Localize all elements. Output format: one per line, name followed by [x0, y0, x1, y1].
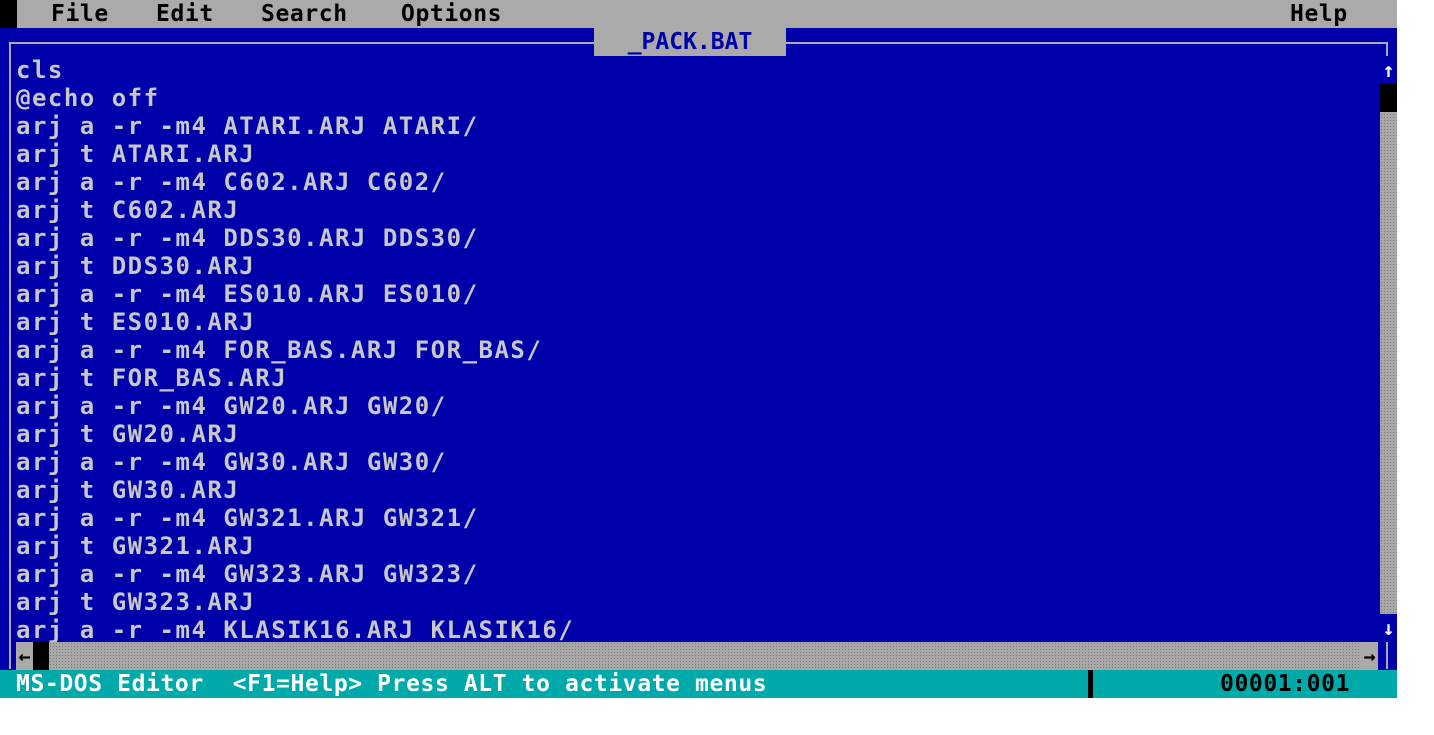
code-line[interactable]: arj t ATARI.ARJ [16, 140, 1378, 168]
ms-dos-editor-window: File Edit Search Options Help _PACK.BAT … [0, 0, 1397, 698]
code-line[interactable]: arj t GW321.ARJ [16, 532, 1378, 560]
window-title: _PACK.BAT [594, 28, 786, 56]
code-line[interactable]: arj a -r -m4 GW30.ARJ GW30/ [16, 448, 1378, 476]
menu-file[interactable]: File [51, 0, 109, 28]
code-line[interactable]: arj a -r -m4 GW321.ARJ GW321/ [16, 504, 1378, 532]
code-line[interactable]: arj t GW20.ARJ [16, 420, 1378, 448]
code-line[interactable]: arj a -r -m4 GW323.ARJ GW323/ [16, 560, 1378, 588]
code-line[interactable]: arj t GW30.ARJ [16, 476, 1378, 504]
menu-bar: File Edit Search Options Help [17, 0, 1397, 28]
menu-options[interactable]: Options [401, 0, 502, 28]
status-help-text: MS-DOS Editor <F1=Help> Press ALT to act… [16, 671, 768, 697]
code-line[interactable]: arj t ES010.ARJ [16, 308, 1378, 336]
menu-cursor-block [0, 0, 17, 28]
code-line[interactable]: arj a -r -m4 C602.ARJ C602/ [16, 168, 1378, 196]
horizontal-scroll-thumb[interactable] [33, 642, 49, 670]
code-line[interactable]: arj a -r -m4 FOR_BAS.ARJ FOR_BAS/ [16, 336, 1378, 364]
horizontal-scrollbar[interactable]: ← → [16, 642, 1378, 670]
code-line[interactable]: arj t C602.ARJ [16, 196, 1378, 224]
editor-text-area[interactable]: cls @echo off arj a -r -m4 ATARI.ARJ ATARI… [16, 56, 1378, 642]
code-line[interactable]: arj a -r -m4 DDS30.ARJ DDS30/ [16, 224, 1378, 252]
code-line[interactable]: arj a -r -m4 KLASIK16.ARJ KLASIK16/ [16, 616, 1378, 642]
vertical-scrollbar[interactable]: ↑ ↓ [1380, 56, 1397, 642]
code-line[interactable]: arj t GW323.ARJ [16, 588, 1378, 616]
menu-edit[interactable]: Edit [156, 0, 214, 28]
status-divider [1088, 670, 1093, 698]
status-bar: MS-DOS Editor <F1=Help> Press ALT to act… [0, 670, 1397, 698]
scroll-left-arrow-icon[interactable]: ← [16, 642, 33, 670]
code-line[interactable]: @echo off [16, 84, 1378, 112]
scroll-down-arrow-icon[interactable]: ↓ [1380, 614, 1397, 642]
vertical-scroll-thumb[interactable] [1380, 84, 1397, 112]
menu-search[interactable]: Search [261, 0, 348, 28]
code-line[interactable]: arj t FOR_BAS.ARJ [16, 364, 1378, 392]
code-line[interactable]: arj a -r -m4 GW20.ARJ GW20/ [16, 392, 1378, 420]
code-line[interactable]: arj a -r -m4 ES010.ARJ ES010/ [16, 280, 1378, 308]
scroll-right-arrow-icon[interactable]: → [1361, 642, 1378, 670]
menu-help[interactable]: Help [1290, 0, 1348, 28]
code-line[interactable]: arj a -r -m4 ATARI.ARJ ATARI/ [16, 112, 1378, 140]
scroll-up-arrow-icon[interactable]: ↑ [1380, 56, 1397, 84]
cursor-position: 00001:001 [1220, 671, 1351, 697]
code-line[interactable]: cls [16, 56, 1378, 84]
code-line[interactable]: arj t DDS30.ARJ [16, 252, 1378, 280]
